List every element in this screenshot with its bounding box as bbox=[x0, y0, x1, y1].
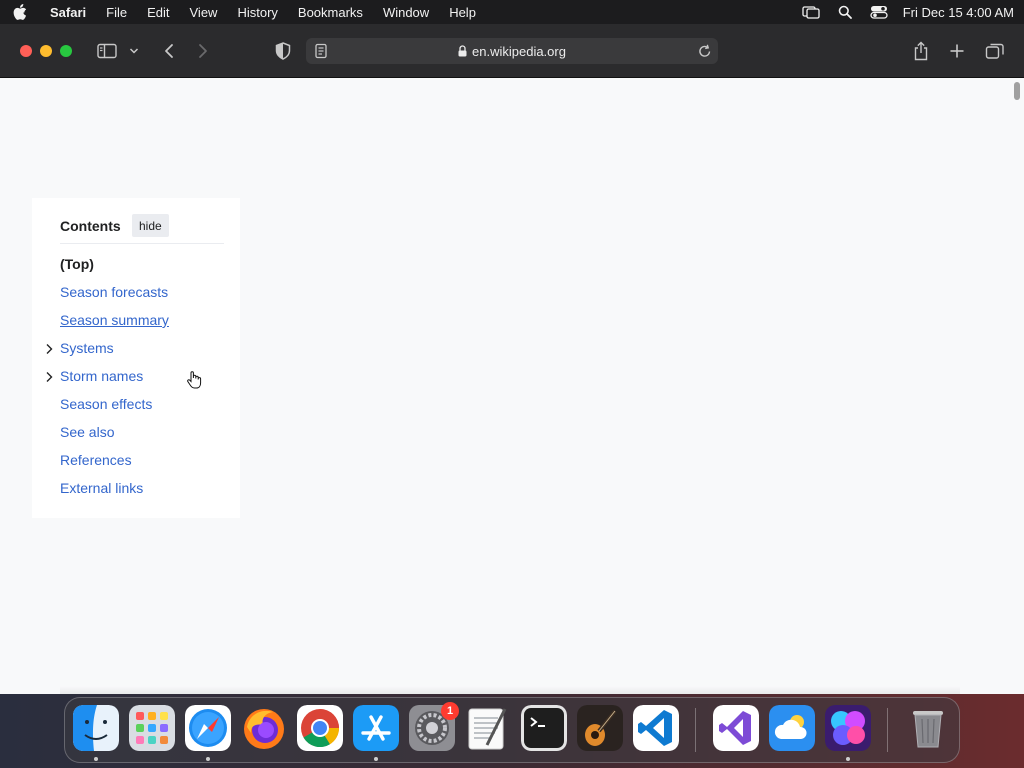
toc-item-season-forecasts[interactable]: Season forecasts bbox=[32, 278, 240, 306]
toc-item-label[interactable]: (Top) bbox=[60, 256, 94, 272]
chevron-right-icon[interactable] bbox=[44, 370, 54, 382]
toc-item-storm-names[interactable]: Storm names bbox=[32, 362, 240, 390]
toc-item-label[interactable]: External links bbox=[60, 480, 143, 496]
close-window-button[interactable] bbox=[20, 45, 32, 57]
dock-trash-icon[interactable] bbox=[905, 705, 951, 751]
new-tab-plus-icon[interactable] bbox=[946, 41, 968, 61]
toc-item-references[interactable]: References bbox=[32, 446, 240, 474]
share-icon[interactable] bbox=[910, 41, 932, 61]
tab-overview-icon[interactable] bbox=[984, 41, 1006, 61]
menu-view[interactable]: View bbox=[180, 0, 228, 24]
toc-item-external-links[interactable]: External links bbox=[32, 474, 240, 502]
menu-bookmarks[interactable]: Bookmarks bbox=[288, 0, 373, 24]
back-arrow-icon[interactable] bbox=[158, 41, 180, 61]
reader-view-icon[interactable] bbox=[314, 43, 328, 62]
toc-header: Contents hide bbox=[60, 214, 224, 244]
toc-item-season-effects[interactable]: Season effects bbox=[32, 390, 240, 418]
dock-launchpad-icon[interactable] bbox=[129, 705, 175, 751]
menu-help[interactable]: Help bbox=[439, 0, 486, 24]
reload-icon[interactable] bbox=[698, 43, 712, 62]
toc-item-top[interactable]: (Top) bbox=[32, 250, 240, 278]
toc-item-label[interactable]: Season summary bbox=[60, 312, 169, 328]
dock-safari-icon[interactable] bbox=[185, 705, 231, 751]
running-indicator bbox=[206, 757, 210, 761]
dock-separator bbox=[695, 708, 696, 752]
dock-system-settings-icon[interactable]: 1 bbox=[409, 702, 459, 751]
control-center-icon[interactable] bbox=[869, 4, 889, 20]
running-indicator bbox=[374, 757, 378, 761]
dock-garageband-icon[interactable] bbox=[577, 705, 623, 751]
running-indicator bbox=[94, 757, 98, 761]
chevron-right-icon[interactable] bbox=[44, 342, 54, 354]
toc-item-see-also[interactable]: See also bbox=[32, 418, 240, 446]
safari-window: en.wikipedia.org Contents hide (Top) Sea… bbox=[0, 24, 1024, 694]
sidebar-toggle-icon[interactable] bbox=[96, 41, 118, 61]
toc-item-season-summary[interactable]: Season summary bbox=[32, 306, 240, 334]
dock: 1 bbox=[64, 697, 960, 763]
toc-list: (Top) Season forecasts Season summary Sy… bbox=[32, 250, 240, 502]
menu-app-name[interactable]: Safari bbox=[40, 0, 96, 24]
table-of-contents: Contents hide (Top) Season forecasts Sea… bbox=[32, 198, 240, 518]
forward-arrow-icon[interactable] bbox=[192, 41, 214, 61]
toc-item-label[interactable]: Systems bbox=[60, 340, 114, 356]
menu-window[interactable]: Window bbox=[373, 0, 439, 24]
notification-badge: 1 bbox=[441, 702, 459, 720]
dock-app-store-icon[interactable] bbox=[353, 705, 399, 751]
minimize-window-button[interactable] bbox=[40, 45, 52, 57]
address-bar[interactable]: en.wikipedia.org bbox=[306, 38, 718, 64]
dock-visual-studio-icon[interactable] bbox=[713, 705, 759, 751]
dock-separator bbox=[887, 708, 888, 752]
toc-item-label[interactable]: Season forecasts bbox=[60, 284, 168, 300]
web-page: Contents hide (Top) Season forecasts Sea… bbox=[0, 78, 1010, 694]
toc-item-label[interactable]: Storm names bbox=[60, 368, 143, 384]
dock-creative-app-icon[interactable] bbox=[825, 705, 871, 751]
dock-firefox-icon[interactable] bbox=[241, 705, 287, 751]
dock-weather-icon[interactable] bbox=[769, 705, 815, 751]
page-shadow bbox=[60, 686, 960, 694]
url-text: en.wikipedia.org bbox=[472, 43, 566, 59]
apple-menu-icon[interactable] bbox=[0, 4, 40, 20]
page-scrollbar[interactable] bbox=[1010, 78, 1024, 694]
menu-edit[interactable]: Edit bbox=[137, 0, 179, 24]
menu-bar: Safari File Edit View History Bookmarks … bbox=[0, 0, 1024, 24]
zoom-window-button[interactable] bbox=[60, 45, 72, 57]
toc-item-label[interactable]: See also bbox=[60, 424, 114, 440]
lock-icon bbox=[458, 45, 467, 57]
hand-cursor-icon bbox=[186, 370, 202, 390]
dock-vscode-icon[interactable] bbox=[633, 705, 679, 751]
scrollbar-thumb[interactable] bbox=[1014, 82, 1020, 100]
safari-toolbar: en.wikipedia.org bbox=[0, 24, 1024, 78]
running-indicator bbox=[846, 757, 850, 761]
toc-item-label[interactable]: Season effects bbox=[60, 396, 152, 412]
toc-title: Contents bbox=[60, 218, 121, 234]
menu-file[interactable]: File bbox=[96, 0, 137, 24]
toc-hide-button[interactable]: hide bbox=[132, 214, 169, 237]
chevron-down-icon[interactable] bbox=[126, 41, 142, 61]
dock-finder-icon[interactable] bbox=[73, 705, 119, 751]
dock-textedit-icon[interactable] bbox=[465, 705, 511, 751]
toc-item-systems[interactable]: Systems bbox=[32, 334, 240, 362]
menu-history[interactable]: History bbox=[227, 0, 287, 24]
privacy-shield-icon[interactable] bbox=[272, 41, 294, 61]
menubar-clock[interactable]: Fri Dec 15 4:00 AM bbox=[903, 5, 1014, 20]
dock-terminal-icon[interactable] bbox=[521, 705, 567, 751]
dock-chrome-icon[interactable] bbox=[297, 705, 343, 751]
spotlight-search-icon[interactable] bbox=[835, 4, 855, 20]
toc-item-label[interactable]: References bbox=[60, 452, 132, 468]
screen-mirroring-icon[interactable] bbox=[801, 4, 821, 20]
